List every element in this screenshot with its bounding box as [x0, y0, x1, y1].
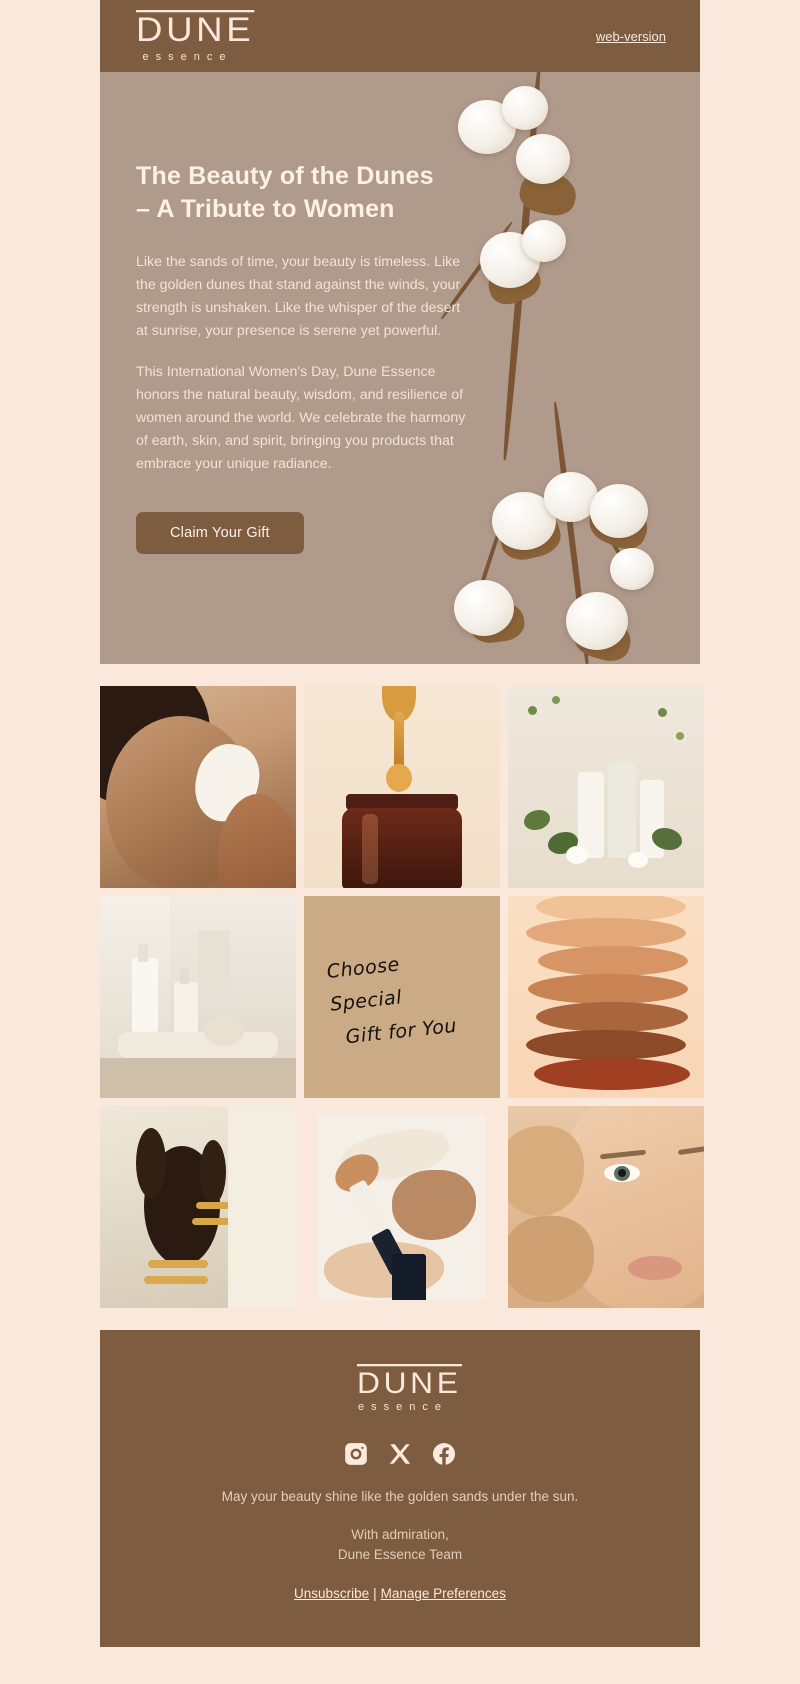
hero-copy: The Beauty of the Dunes – A Tribute to W… [136, 160, 466, 554]
tile-handwritten-gift-note[interactable]: Choose Special Gift for You [304, 896, 500, 1098]
email-footer: DUNE essence May your beauty shine like … [100, 1330, 700, 1648]
tile-foundation-shade-swatches[interactable] [508, 896, 704, 1098]
tile-skincare-bottles-with-blossoms[interactable] [508, 686, 704, 888]
hero-paragraph-1: Like the sands of time, your beauty is t… [136, 254, 461, 339]
footer-sign-off: With admiration, Dune Essence Team [130, 1525, 670, 1564]
x-icon[interactable] [387, 1441, 413, 1467]
product-image-grid: Choose Special Gift for You [100, 664, 704, 1308]
hero-section: The Beauty of the Dunes – A Tribute to W… [100, 72, 700, 664]
instagram-icon[interactable] [343, 1441, 369, 1467]
tile-hand-with-gold-jewelry[interactable] [100, 1106, 296, 1308]
hero-title-line-2: – A Tribute to Women [136, 194, 395, 223]
tile-model-face-closeup[interactable] [508, 1106, 704, 1308]
footer-brand-logo: DUNE essence [352, 1364, 462, 1413]
hero-title: The Beauty of the Dunes – A Tribute to W… [136, 160, 466, 225]
facebook-icon[interactable] [431, 1441, 457, 1467]
manage-preferences-link[interactable]: Manage Preferences [381, 1586, 506, 1601]
cotton-branch-illustration [440, 72, 700, 664]
tile-woman-applying-cream[interactable] [100, 686, 296, 888]
brand-logo: DUNE essence [136, 9, 255, 63]
sign-off-line-2: Dune Essence Team [337, 1546, 463, 1562]
tile-serum-dropper-bottle[interactable] [304, 686, 500, 888]
brand-logo-wordmark: DUNE [136, 9, 255, 49]
social-links [130, 1441, 670, 1467]
footer-links: Unsubscribe | Manage Preferences [130, 1586, 670, 1601]
email-header: DUNE essence web-version [100, 0, 700, 72]
web-version-link[interactable]: web-version [596, 29, 666, 44]
sign-off-line-1: With admiration, [351, 1527, 449, 1543]
footer-logo-tagline: essence [358, 1401, 448, 1413]
claim-your-gift-button[interactable]: Claim Your Gift [136, 512, 304, 554]
tile-makeup-brush-and-foundation[interactable] [304, 1106, 500, 1308]
brand-logo-tagline: essence [142, 50, 233, 63]
email-body: DUNE essence web-version The Beauty of t… [100, 0, 704, 1648]
footer-logo-wordmark: DUNE [357, 1364, 462, 1400]
hero-paragraph-2: This International Women's Day, Dune Ess… [136, 364, 466, 472]
tile-bottles-on-stone-pedestal[interactable] [100, 896, 296, 1098]
footer-links-separator: | [373, 1586, 377, 1602]
gift-note-text: Choose Special Gift for You [325, 940, 485, 1055]
tile-inset-frame [304, 1106, 500, 1308]
hero-title-line-1: The Beauty of the Dunes [136, 162, 434, 190]
footer-message: May your beauty shine like the golden sa… [221, 1489, 579, 1504]
unsubscribe-link[interactable]: Unsubscribe [294, 1586, 369, 1601]
